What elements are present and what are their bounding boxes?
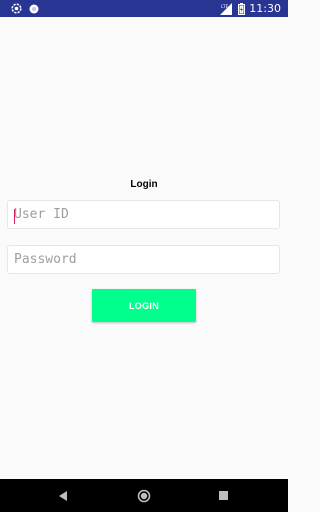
status-time: 11:30 <box>249 2 281 15</box>
notification-settings-icon <box>11 3 22 14</box>
user-id-field[interactable] <box>7 200 280 229</box>
network-label: LTE <box>221 4 229 10</box>
login-button[interactable]: LOGIN <box>92 289 196 322</box>
status-bar-notifications <box>11 3 39 14</box>
home-icon[interactable] <box>137 489 151 503</box>
user-id-input[interactable] <box>8 201 279 228</box>
navigation-bar <box>0 479 288 512</box>
status-bar: LTE 11:30 <box>0 0 288 17</box>
password-input[interactable] <box>8 246 279 273</box>
password-field[interactable] <box>7 245 280 274</box>
signal-icon: LTE <box>220 2 233 15</box>
page-title: Login <box>130 179 158 190</box>
text-cursor <box>14 209 15 224</box>
recents-icon[interactable] <box>219 491 228 500</box>
back-icon[interactable] <box>59 491 68 501</box>
battery-icon <box>238 2 246 15</box>
notification-circle-icon <box>29 4 39 13</box>
status-bar-system: LTE 11:30 <box>220 2 281 15</box>
